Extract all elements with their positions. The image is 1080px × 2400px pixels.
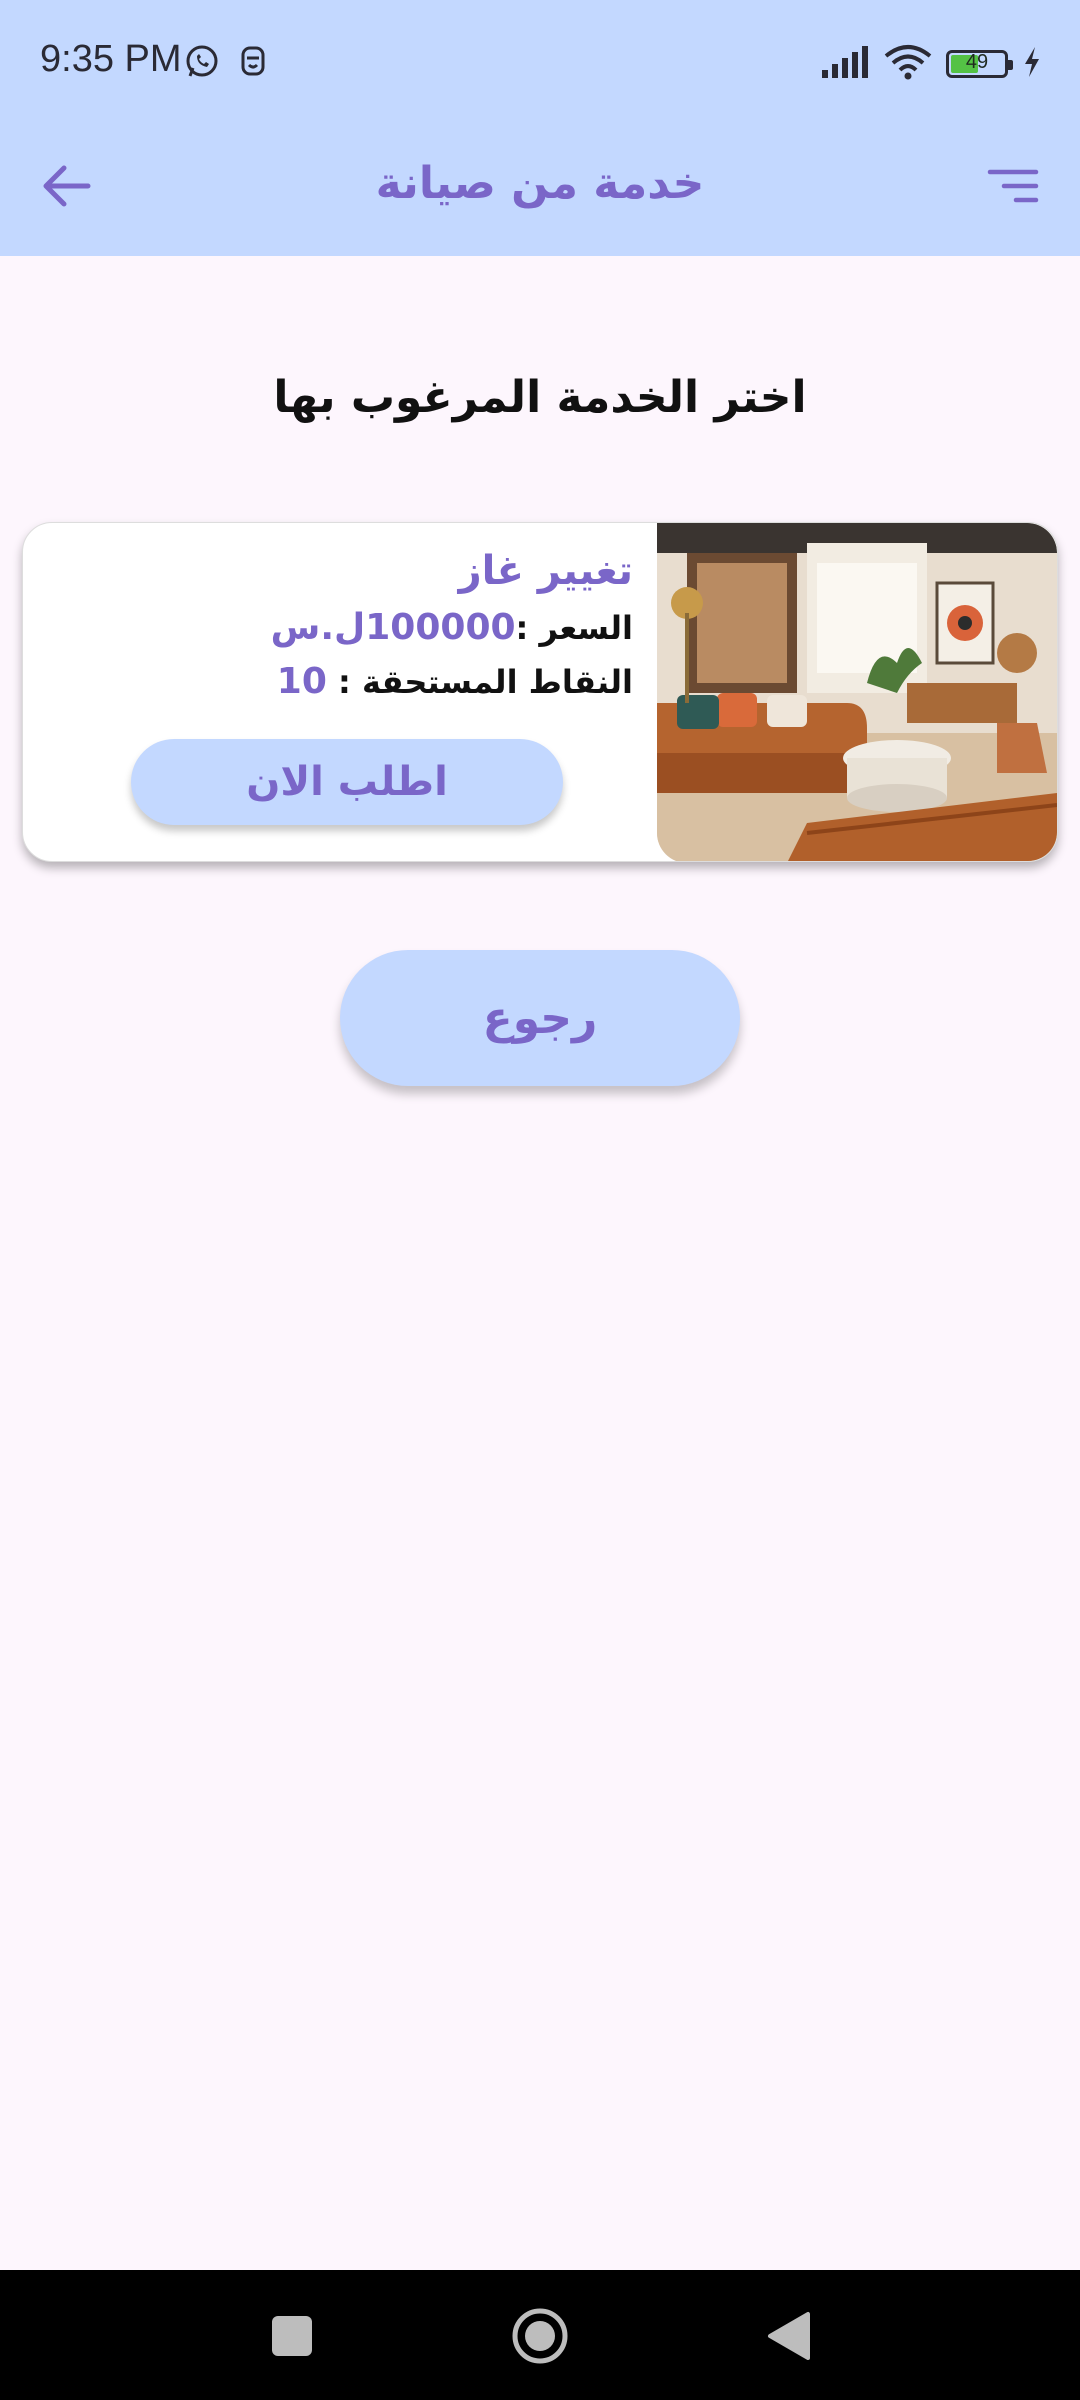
battery-icon: 49 bbox=[946, 50, 1013, 78]
service-name: تغيير غاز bbox=[458, 548, 633, 594]
price-row: السعر :100000ل.س bbox=[271, 601, 633, 655]
price-value: 100000ل.س bbox=[270, 607, 516, 648]
charging-icon bbox=[1022, 45, 1042, 83]
page-title: خدمة من صيانة bbox=[375, 158, 705, 209]
back-nav-button[interactable] bbox=[758, 2306, 818, 2366]
signal-icon bbox=[820, 44, 870, 84]
wifi-icon bbox=[884, 44, 932, 84]
section-heading: اختر الخدمة المرغوب بها bbox=[273, 372, 807, 423]
filter-menu-button[interactable] bbox=[982, 154, 1046, 218]
recent-apps-icon bbox=[272, 2316, 312, 2356]
status-bar: 9:35 PM 49 bbox=[0, 0, 1080, 128]
screen: 9:35 PM 49 خدمة من صيانة اختر الخدمة الم… bbox=[0, 0, 1080, 2400]
points-row: النقاط المستحقة : 10 bbox=[271, 655, 633, 709]
home-icon bbox=[512, 2308, 568, 2364]
price-label: السعر : bbox=[515, 609, 633, 647]
home-button[interactable] bbox=[510, 2306, 570, 2366]
battery-level: 49 bbox=[965, 51, 989, 73]
app-bar: خدمة من صيانة bbox=[0, 128, 1080, 256]
back-icon bbox=[768, 2312, 810, 2360]
notification-icon bbox=[238, 44, 268, 84]
points-label: النقاط المستحقة : bbox=[338, 663, 633, 701]
service-info: تغيير غاز السعر :100000ل.س النقاط المستح… bbox=[271, 541, 633, 709]
system-nav-bar bbox=[0, 2270, 1080, 2400]
service-card[interactable]: تغيير غاز السعر :100000ل.س النقاط المستح… bbox=[22, 522, 1058, 862]
points-value: 10 bbox=[276, 661, 327, 702]
living-room-photo bbox=[657, 523, 1057, 861]
filter-menu-icon bbox=[987, 169, 1039, 203]
return-button[interactable]: رجوع bbox=[340, 950, 740, 1086]
whatsapp-icon bbox=[184, 44, 220, 84]
recent-apps-button[interactable] bbox=[262, 2306, 322, 2366]
order-now-button[interactable]: اطلب الان bbox=[131, 739, 563, 825]
status-time: 9:35 PM bbox=[40, 38, 182, 80]
